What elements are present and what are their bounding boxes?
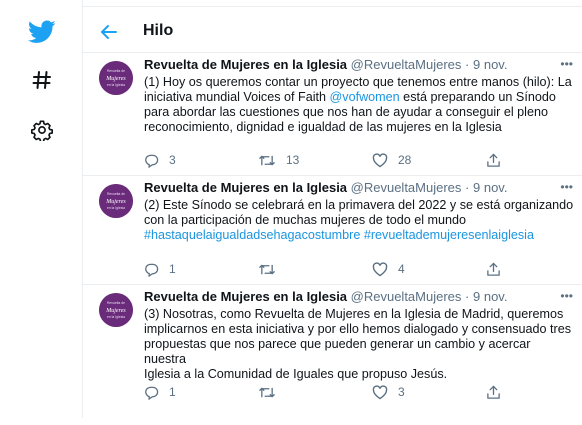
avatar[interactable]: Revuelta de Mujeres en la Iglesia <box>99 184 133 218</box>
tweet-line: (3) Nosotras, como Revuelta de Mujeres e… <box>144 307 564 321</box>
left-sidebar <box>0 0 80 418</box>
main-column: Hilo Revuelta de Mujeres en la Iglesia R… <box>82 0 582 418</box>
thread-header: Hilo <box>83 12 582 53</box>
tweet-text-part: iniciativa mundial Voices of Faith <box>144 90 330 104</box>
timestamp[interactable]: 9 nov. <box>473 180 507 195</box>
separator: · <box>465 289 470 304</box>
separator: · <box>465 57 470 72</box>
share-icon <box>487 262 500 276</box>
tweet[interactable]: Revuelta de Mujeres en la Iglesia Revuel… <box>83 53 582 176</box>
reply-button[interactable]: 1 <box>144 383 176 401</box>
author-handle[interactable]: @RevueltaMujeres <box>351 289 462 304</box>
avatar[interactable]: Revuelta de Mujeres en la Iglesia <box>99 61 133 95</box>
share-button[interactable] <box>486 383 501 401</box>
more-options-icon[interactable]: ••• <box>560 57 573 71</box>
retweet-button[interactable] <box>258 260 286 278</box>
share-button[interactable] <box>486 260 501 278</box>
retweet-count: 13 <box>286 153 300 167</box>
mention-link[interactable]: @vofwomen <box>330 90 400 104</box>
reply-button[interactable]: 3 <box>144 151 176 169</box>
author-handle[interactable]: @RevueltaMujeres <box>351 57 462 72</box>
retweet-button[interactable]: 13 <box>258 151 299 169</box>
tweet-header: Revuelta de Mujeres en la Iglesia @Revue… <box>144 289 507 304</box>
arrow-left-icon[interactable] <box>97 20 121 44</box>
heart-icon <box>372 384 388 399</box>
tweet-line: para abordar las cuestiones que nos han … <box>144 105 548 119</box>
twitter-bird-icon[interactable] <box>24 14 60 50</box>
tweet-text-part: está preparando un Sínodo <box>399 90 556 104</box>
tweet-line: propuestas que nos parece que pueden gen… <box>144 337 531 366</box>
like-count: 28 <box>398 153 412 167</box>
author-handle[interactable]: @RevueltaMujeres <box>351 180 462 195</box>
tweet-text: (2) Este Sínodo se celebrará en la prima… <box>144 198 574 243</box>
hashtag-link[interactable]: #revueltademujeresenlaiglesia <box>364 228 534 242</box>
tweet-text: (1) Hoy os queremos contar un proyecto q… <box>144 75 574 135</box>
heart-icon <box>372 261 388 276</box>
share-button[interactable] <box>486 151 501 169</box>
reply-count: 1 <box>169 262 176 276</box>
avatar-text-3: en la Iglesia <box>107 206 125 210</box>
share-icon <box>487 153 500 167</box>
gear-icon[interactable] <box>24 112 60 148</box>
reply-icon <box>145 154 159 168</box>
reply-count: 1 <box>169 385 176 399</box>
like-count: 3 <box>398 385 405 399</box>
tweet-line: iniciativa mundial Voices of Faith @vofw… <box>144 90 574 105</box>
avatar[interactable]: Revuelta de Mujeres en la Iglesia <box>99 293 133 327</box>
separator: · <box>465 180 470 195</box>
author-name[interactable]: Revuelta de Mujeres en la Iglesia <box>144 180 347 195</box>
like-button[interactable]: 28 <box>372 151 411 169</box>
retweet-icon <box>259 155 275 165</box>
hashtag-link[interactable]: #hastaquelaigualdadsehagacostumbre <box>144 228 360 242</box>
share-icon <box>487 385 500 399</box>
hashtag-icon[interactable] <box>24 62 60 98</box>
reply-icon <box>145 386 159 400</box>
reply-icon <box>145 263 159 277</box>
tweet-line: con la participación de muchas mujeres d… <box>144 213 467 227</box>
avatar-text-2: Mujeres <box>105 308 126 314</box>
tweet[interactable]: Revuelta de Mujeres en la Iglesia Revuel… <box>83 176 582 285</box>
timestamp[interactable]: 9 nov. <box>473 57 507 72</box>
tweet-actions: 1 3 <box>144 383 524 401</box>
tweet-line: Iglesia a la Comunidad de Iguales que pr… <box>144 367 448 381</box>
heart-icon <box>372 152 388 167</box>
tweet-text: (3) Nosotras, como Revuelta de Mujeres e… <box>144 307 574 382</box>
like-button[interactable]: 4 <box>372 260 405 278</box>
like-button[interactable]: 3 <box>372 383 405 401</box>
reply-button[interactable]: 1 <box>144 260 176 278</box>
author-name[interactable]: Revuelta de Mujeres en la Iglesia <box>144 57 347 72</box>
tweet-line: (2) Este Sínodo se celebrará en la prima… <box>144 198 574 212</box>
page-title: Hilo <box>143 22 174 39</box>
tweet-line: #hastaquelaigualdadsehagacostumbre #revu… <box>144 228 574 243</box>
author-name[interactable]: Revuelta de Mujeres en la Iglesia <box>144 289 347 304</box>
tweet-line: implicarnos en esta iniciativa y por ell… <box>144 322 572 336</box>
like-count: 4 <box>398 262 405 276</box>
avatar-text-2: Mujeres <box>105 199 126 205</box>
reply-count: 3 <box>169 153 176 167</box>
tweet-header: Revuelta de Mujeres en la Iglesia @Revue… <box>144 180 507 195</box>
tweet[interactable]: Revuelta de Mujeres en la Iglesia Revuel… <box>83 285 582 425</box>
avatar-text-2: Mujeres <box>105 76 126 82</box>
avatar-text-1: Revuelta de <box>107 301 125 305</box>
avatar-text-1: Revuelta de <box>107 192 125 196</box>
timestamp[interactable]: 9 nov. <box>473 289 507 304</box>
tweet-actions: 1 4 <box>144 260 524 278</box>
retweet-icon <box>259 387 275 397</box>
avatar-text-3: en la Iglesia <box>107 83 125 87</box>
retweet-button[interactable] <box>258 383 286 401</box>
avatar-text-3: en la Iglesia <box>107 315 125 319</box>
retweet-icon <box>259 264 275 274</box>
tweet-header: Revuelta de Mujeres en la Iglesia @Revue… <box>144 57 507 72</box>
tweet-actions: 3 13 28 <box>144 151 524 169</box>
more-options-icon[interactable]: ••• <box>560 180 573 194</box>
tweet-line: reconocimiento, dignidad e igualdad de l… <box>144 120 502 134</box>
tweet-line: (1) Hoy os queremos contar un proyecto q… <box>144 75 572 89</box>
avatar-text-1: Revuelta de <box>107 69 125 73</box>
top-divider <box>83 0 582 7</box>
more-options-icon[interactable]: ••• <box>560 289 573 303</box>
